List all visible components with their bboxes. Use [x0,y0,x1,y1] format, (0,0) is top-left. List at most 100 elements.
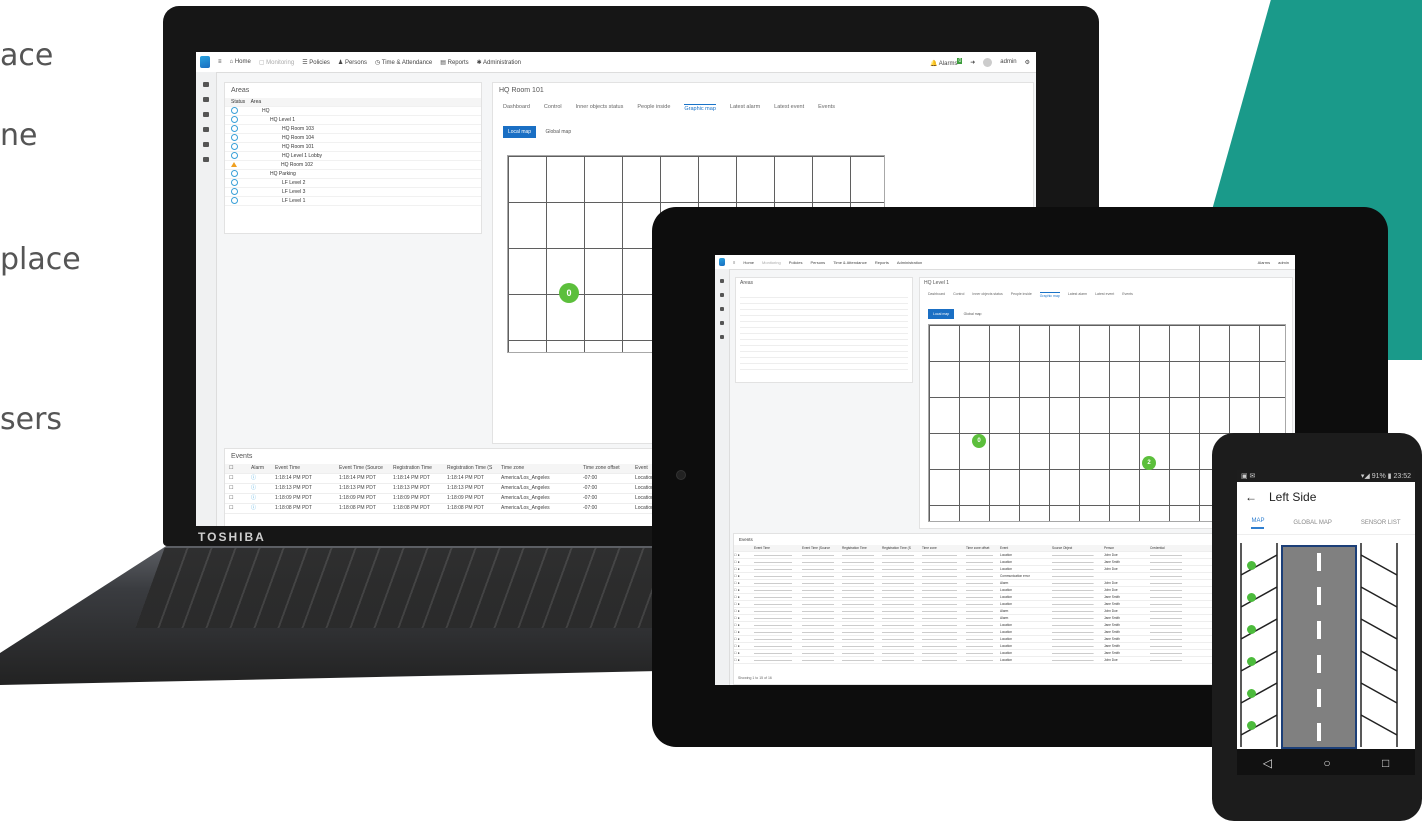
tab-sensor-list[interactable]: SENSOR LIST [1361,520,1401,526]
sidebar-book-icon[interactable] [720,307,724,311]
table-row[interactable]: ☐ ● Location Jane Smith [734,643,1294,650]
table-row[interactable]: ☐ ● Alarm John Doe [734,580,1294,587]
table-row[interactable]: ☐ ● Location Jane Smith [734,594,1294,601]
tab-control[interactable]: Control [953,292,964,298]
back-triangle-icon[interactable]: ◁ [1263,756,1272,770]
sidebar-map-icon[interactable] [720,293,724,297]
nav-policies[interactable]: ☰ Policies [302,59,330,66]
nav-time-attendance[interactable]: ◷ Time & Attendance [375,59,432,66]
occupancy-pin[interactable]: 0 [972,434,986,448]
table-row[interactable]: ☐ ● Alarm John Doe [734,608,1294,615]
sensor-free-dot[interactable] [1247,689,1256,698]
sidebar-location-icon[interactable] [720,335,724,339]
table-row[interactable]: ☐ ● Location Jane Smith [734,601,1294,608]
avatar[interactable] [983,57,993,67]
table-row[interactable]: ☐ ● Location John Doe [734,566,1294,573]
sidebar-camera-icon[interactable] [203,127,209,132]
nav-time-attendance[interactable]: Time & Attendance [833,260,867,265]
nav-persons[interactable]: ♟ Persons [338,59,367,66]
tree-row[interactable]: HQ Room 104 [225,134,481,143]
tab-latest-alarm[interactable]: Latest alarm [1068,292,1087,298]
tab-global-map[interactable]: GLOBAL MAP [1293,520,1331,526]
cell [1150,650,1190,656]
nav-monitoring[interactable]: ▢ Monitoring [259,59,294,66]
nav-reports[interactable]: Reports [875,260,889,265]
tab-people-inside[interactable]: People inside [1011,292,1032,298]
menu-icon[interactable]: ≡ [733,260,735,265]
local-map-button[interactable]: Local map [928,309,955,319]
alarms-button[interactable]: Alarms [1258,260,1270,265]
tab-control[interactable]: Control [544,104,562,112]
recents-square-icon[interactable]: □ [1382,756,1389,770]
tab-events[interactable]: Events [818,104,835,112]
parking-map[interactable] [1237,535,1415,749]
table-row[interactable]: ☐ ● Location John Doe [734,657,1294,664]
nav-administration[interactable]: ✱ Administration [477,59,521,66]
nav-administration[interactable]: Administration [897,260,922,265]
nav-policies[interactable]: Policies [789,260,803,265]
global-map-button[interactable]: Global map [541,126,577,138]
tree-row[interactable]: HQ Room 103 [225,125,481,134]
global-map-button[interactable]: Global map [959,309,987,319]
table-row[interactable]: ☐ ● Location Jane Smith [734,650,1294,657]
table-row[interactable]: ☐ ● Location Jane Smith [734,622,1294,629]
tree-row[interactable]: LF Level 2 [225,179,481,188]
tab-graphic-map[interactable]: Graphic map [684,104,716,112]
tree-row[interactable]: HQ Level 1 Lobby [225,152,481,161]
sidebar-location-icon[interactable] [203,142,209,147]
tab-inner-objects-status[interactable]: Inner objects status [972,292,1002,298]
alarms-button[interactable]: 🔔 Alarms0 [930,57,963,67]
local-map-button[interactable]: Local map [503,126,537,138]
sensor-free-dot[interactable] [1247,721,1256,730]
tree-row[interactable]: HQ Parking [225,170,481,179]
settings-icon[interactable]: ⚙ [1025,59,1030,66]
nav-monitoring[interactable]: Monitoring [762,260,781,265]
tab-latest-event[interactable]: Latest event [774,104,804,112]
nav-persons[interactable]: Persons [811,260,826,265]
sensor-free-dot[interactable] [1247,593,1256,602]
tab-latest-event[interactable]: Latest event [1095,292,1114,298]
tree-row[interactable]: HQ Level 1 [225,116,481,125]
sensor-free-dot[interactable] [1247,561,1256,570]
sidebar-book-icon[interactable] [203,112,209,117]
sensor-free-dot[interactable] [1247,657,1256,666]
tab-latest-alarm[interactable]: Latest alarm [730,104,760,112]
back-arrow-icon[interactable]: ← [1245,490,1257,504]
sidebar-list-icon[interactable] [203,157,209,162]
tree-row[interactable]: LF Level 1 [225,197,481,206]
nav-home[interactable]: Home [743,260,754,265]
table-row[interactable]: ☐ ● Alarm Jane Smith [734,615,1294,622]
logout-icon[interactable]: ➜ [970,59,975,66]
tab-map[interactable]: MAP [1251,518,1265,529]
tab-people-inside[interactable]: People inside [637,104,670,112]
table-row[interactable]: ☐ ● Location John Doe [734,552,1294,559]
menu-icon[interactable]: ≡ [218,59,222,65]
table-row[interactable]: ☐ ● Location Jane Smith [734,559,1294,566]
table-row[interactable]: ☐ ● Location John Doe [734,587,1294,594]
occupancy-pin[interactable]: 2 [1142,456,1156,470]
tab-dashboard[interactable]: Dashboard [928,292,945,298]
sidebar-camera-icon[interactable] [720,321,724,325]
table-row[interactable]: ☐ ● Location Jane Smith [734,636,1294,643]
sidebar-dashboard-icon[interactable] [203,82,209,87]
tab-events[interactable]: Events [1122,292,1133,298]
tab-dashboard[interactable]: Dashboard [503,104,530,112]
tree-row[interactable]: HQ Room 101 [225,143,481,152]
sensor-free-dot[interactable] [1247,625,1256,634]
home-circle-icon[interactable]: ○ [1323,756,1330,770]
tab-graphic-map[interactable]: Graphic map [1039,292,1060,298]
tab-inner-objects-status[interactable]: Inner objects status [576,104,624,112]
nav-home[interactable]: ⌂ Home [230,59,251,65]
occupancy-pin[interactable]: 0 [559,283,579,303]
tree-row[interactable]: LF Level 3 [225,188,481,197]
nav-reports[interactable]: ▤ Reports [440,59,468,66]
laptop-sidebar [196,72,217,526]
sidebar-dashboard-icon[interactable] [720,279,724,283]
table-row[interactable]: ☐ ● Location Jane Smith [734,629,1294,636]
table-row[interactable]: ☐ ● Communication error [734,573,1294,580]
tree-row[interactable]: HQ [225,107,481,116]
tree-row[interactable]: HQ Room 102 [225,161,481,170]
sidebar-map-icon[interactable] [203,97,209,102]
user-name[interactable]: admin [1000,59,1016,65]
user-name[interactable]: admin [1278,260,1289,265]
